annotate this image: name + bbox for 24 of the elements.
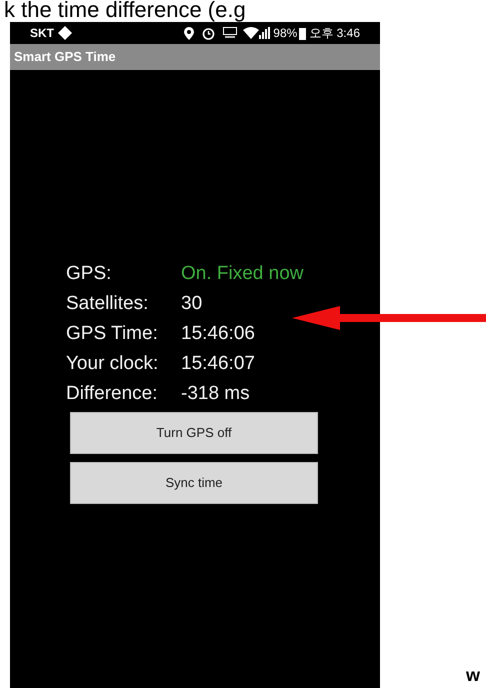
footer-text: w: [466, 664, 480, 687]
diamond-icon: [58, 26, 72, 40]
battery-percent: 98%: [273, 25, 298, 42]
app-title: Smart GPS Time: [14, 48, 116, 66]
info-label: Satellites:: [66, 292, 150, 316]
location-pin-icon: [184, 26, 194, 40]
info-label: GPS Time:: [66, 322, 159, 346]
wifi-icon: [243, 27, 260, 39]
signal-icon: [259, 27, 272, 39]
action-button[interactable]: Turn GPS off: [70, 412, 318, 454]
battery-icon: [299, 26, 306, 40]
info-label: Difference:: [66, 382, 159, 406]
info-label: GPS:: [66, 262, 112, 286]
info-value: 15:46:06: [181, 322, 255, 346]
info-value: 30: [181, 292, 202, 316]
alarm-icon: [202, 26, 216, 40]
clock-time: 오후 3:46: [309, 25, 360, 42]
action-button[interactable]: Sync time: [70, 462, 318, 504]
info-value: -318 ms: [181, 382, 250, 406]
carrier-label: SKT: [30, 25, 54, 42]
info-label: Your clock:: [66, 352, 160, 376]
info-value: On. Fixed now: [181, 262, 304, 286]
info-value: 15:46:07: [181, 352, 255, 376]
caption: k the time difference (e.g: [4, 0, 246, 22]
